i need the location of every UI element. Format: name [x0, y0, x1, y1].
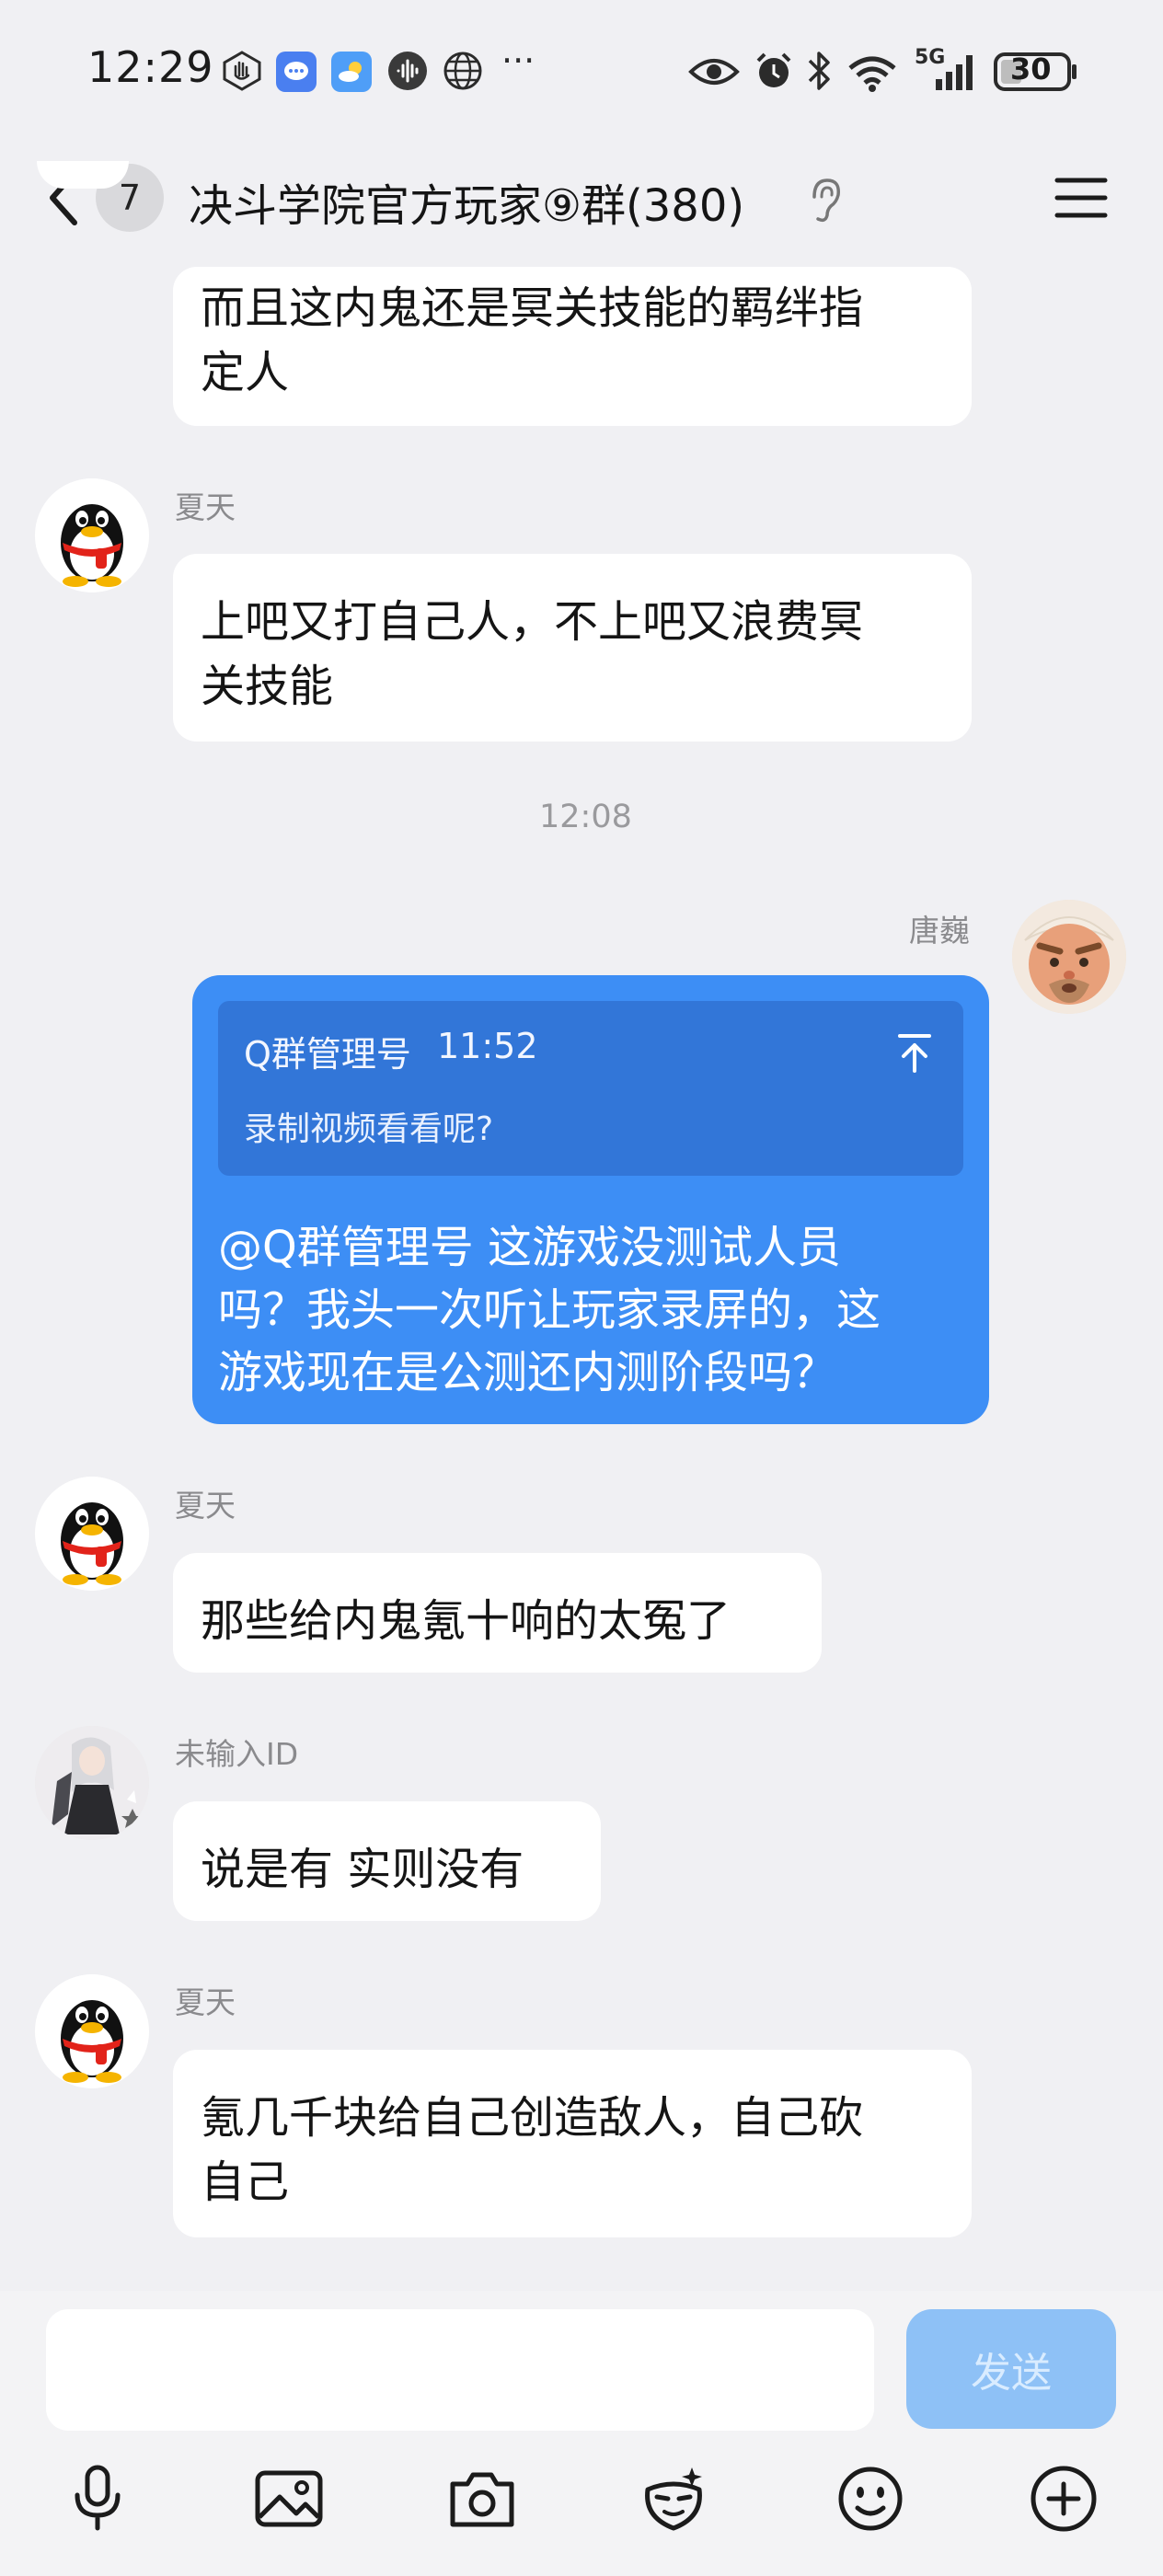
avatar[interactable]	[35, 1477, 149, 1591]
timestamp: 12:08	[539, 799, 632, 835]
message-text: 游戏现在是公测还内测阶段吗？	[218, 1347, 837, 1398]
microphone-icon[interactable]	[61, 2462, 134, 2536]
status-time: 12:29	[87, 42, 214, 92]
avatar[interactable]	[35, 1726, 149, 1840]
menu-icon[interactable]	[1054, 175, 1109, 221]
battery-level: 30	[1010, 52, 1052, 86]
chat-title[interactable]: 决斗学院官方玩家⑨群(380)	[189, 169, 744, 234]
jump-to-quote-icon[interactable]	[894, 1030, 935, 1075]
quote-text: 录制视频看看呢?	[244, 1110, 494, 1148]
message-text: @Q群管理号 这游戏没测试人员	[218, 1222, 842, 1273]
plus-icon[interactable]	[1027, 2462, 1100, 2536]
quote-author: Q群管理号	[244, 1034, 411, 1075]
message-text: 而且这内鬼还是冥关技能的羁绊指	[201, 282, 864, 334]
weather-icon	[331, 52, 372, 92]
image-icon[interactable]	[252, 2462, 326, 2536]
message-text: 吗？我头一次听让玩家录屏的，这	[218, 1284, 881, 1336]
sticker-icon[interactable]	[637, 2462, 710, 2536]
hand-icon	[221, 50, 263, 92]
avatar[interactable]	[35, 478, 149, 592]
avatar[interactable]	[35, 1974, 149, 2088]
message-text: 定人	[201, 347, 290, 398]
message-text: 那些给内鬼氪十响的太冤了	[201, 1595, 731, 1647]
message-text: 上吧又打自己人，不上吧又浪费冥	[201, 596, 864, 648]
message-app-icon	[276, 52, 317, 92]
quote-time: 11:52	[437, 1026, 538, 1066]
eye-icon	[688, 53, 740, 90]
wifi-icon	[845, 48, 900, 94]
signal-icon	[934, 52, 980, 92]
ear-icon[interactable]	[805, 175, 846, 226]
message-text: 说是有 实则没有	[201, 1844, 524, 1895]
emoji-icon[interactable]	[834, 2462, 907, 2536]
alarm-icon	[753, 50, 795, 92]
sender-name: 夏天	[175, 489, 236, 525]
avatar[interactable]	[1012, 900, 1126, 1014]
audio-icon	[386, 50, 429, 92]
avatar[interactable]	[37, 161, 129, 189]
message-text: 关技能	[201, 661, 334, 712]
bluetooth-icon	[802, 48, 835, 94]
message-input[interactable]	[46, 2309, 874, 2431]
sender-name: 唐巍	[909, 913, 970, 949]
sender-name: 未输入ID	[175, 1736, 299, 1772]
sender-name: 夏天	[175, 1984, 236, 2020]
message-text: 自己	[201, 2156, 290, 2208]
globe-icon	[442, 50, 484, 92]
send-button[interactable]: 发送	[906, 2309, 1116, 2429]
sender-name: 夏天	[175, 1488, 236, 1524]
message-text: 氪几千块给自己创造敌人，自己砍	[201, 2092, 864, 2144]
more-icon: ···	[501, 40, 535, 81]
camera-icon[interactable]	[445, 2462, 519, 2536]
